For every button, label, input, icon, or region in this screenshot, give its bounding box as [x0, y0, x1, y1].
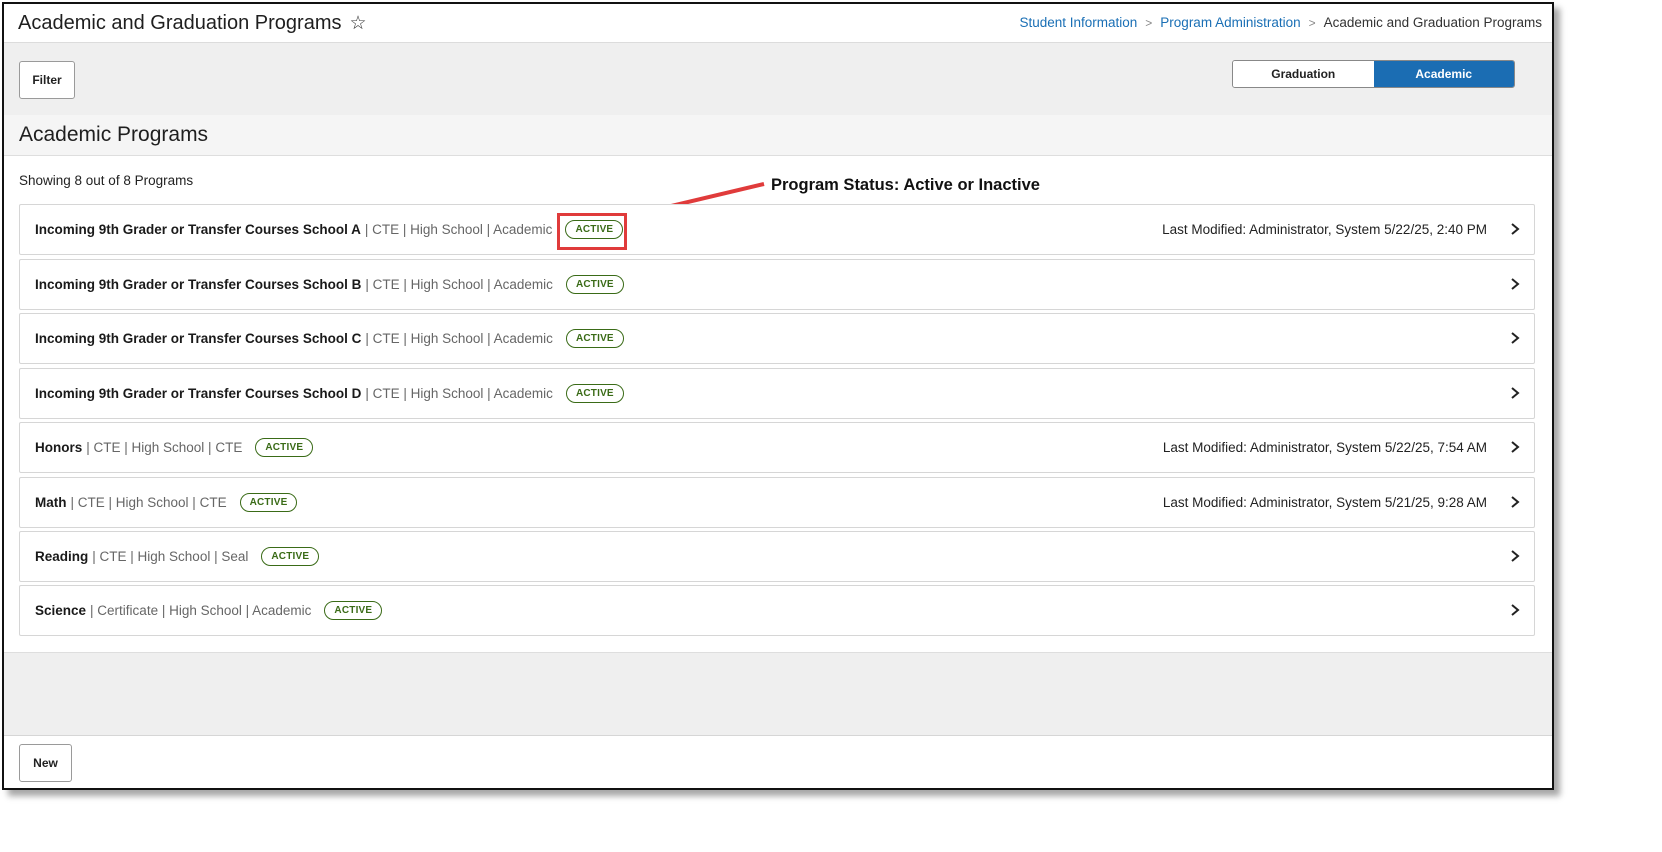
filter-button[interactable]: Filter [19, 61, 75, 99]
program-name: Science [35, 603, 87, 618]
chevron-right-icon: > [1145, 15, 1153, 30]
program-name: Incoming 9th Grader or Transfer Courses … [35, 222, 361, 237]
breadcrumb-student-information[interactable]: Student Information [1019, 15, 1137, 30]
program-meta: | CTE | High School | Academic [365, 386, 553, 401]
program-row-main: Reading | CTE | High School | Seal ACTIV… [35, 532, 320, 581]
status-badge: ACTIVE [261, 547, 320, 566]
last-modified: Last Modified: Administrator, System 5/2… [1162, 222, 1487, 237]
program-meta: | CTE | High School | Academic [364, 222, 553, 237]
program-meta: | CTE | High School | CTE [70, 495, 227, 510]
program-row[interactable]: Incoming 9th Grader or Transfer Courses … [19, 259, 1535, 310]
program-meta: | Certificate | High School | Academic [90, 603, 312, 618]
callout-label: Program Status: Active or Inactive [771, 176, 1040, 194]
status-badge: ACTIVE [557, 213, 628, 250]
chevron-right-icon[interactable] [1508, 331, 1522, 345]
footer-bar: New [4, 735, 1552, 788]
callout-highlight-box [557, 213, 628, 250]
program-type-toggle: Graduation Academic [1232, 60, 1515, 88]
section-header: Academic Programs [4, 115, 1552, 156]
program-name: Incoming 9th Grader or Transfer Courses … [35, 331, 362, 346]
program-row-main: Incoming 9th Grader or Transfer Courses … [35, 205, 628, 254]
chevron-right-icon[interactable] [1508, 277, 1522, 291]
breadcrumb-program-administration[interactable]: Program Administration [1160, 15, 1300, 30]
breadcrumb: Student Information > Program Administra… [1019, 15, 1542, 30]
chevron-right-icon[interactable] [1508, 495, 1522, 509]
toolbar: Filter Graduation Academic [4, 43, 1552, 116]
program-row-main: Incoming 9th Grader or Transfer Courses … [35, 369, 624, 418]
chevron-right-icon[interactable] [1508, 386, 1522, 400]
status-badge: ACTIVE [239, 493, 298, 512]
program-row[interactable]: Reading | CTE | High School | Seal ACTIV… [19, 531, 1535, 582]
program-name: Honors [35, 440, 83, 455]
chevron-right-icon[interactable] [1508, 222, 1522, 236]
program-row[interactable]: Honors | CTE | High School | CTE ACTIVE … [19, 422, 1535, 473]
program-meta: | CTE | High School | Seal [92, 549, 249, 564]
program-row-main: Math | CTE | High School | CTE ACTIVE [35, 478, 298, 527]
program-name: Math [35, 495, 67, 510]
status-badge: ACTIVE [255, 438, 314, 457]
program-name: Reading [35, 549, 89, 564]
toggle-graduation[interactable]: Graduation [1233, 61, 1374, 87]
program-row[interactable]: Math | CTE | High School | CTE ACTIVE La… [19, 477, 1535, 528]
status-badge: ACTIVE [565, 275, 624, 294]
program-row-main: Honors | CTE | High School | CTE ACTIVE [35, 423, 314, 472]
status-badge: ACTIVE [565, 329, 624, 348]
program-row[interactable]: Science | Certificate | High School | Ac… [19, 585, 1535, 636]
program-row-main: Incoming 9th Grader or Transfer Courses … [35, 314, 624, 363]
program-row-main: Science | Certificate | High School | Ac… [35, 586, 383, 635]
program-list-panel: Showing 8 out of 8 Programs Program Stat… [4, 156, 1552, 653]
program-meta: | CTE | High School | CTE [86, 440, 243, 455]
page-title: Academic and Graduation Programs [18, 11, 342, 34]
program-row[interactable]: Incoming 9th Grader or Transfer Courses … [19, 204, 1535, 255]
program-meta: | CTE | High School | Academic [365, 277, 553, 292]
program-name: Incoming 9th Grader or Transfer Courses … [35, 386, 362, 401]
section-title: Academic Programs [19, 123, 209, 146]
chevron-right-icon[interactable] [1508, 603, 1522, 617]
program-name: Incoming 9th Grader or Transfer Courses … [35, 277, 362, 292]
app-window: Academic and Graduation Programs ☆ Stude… [2, 2, 1554, 790]
chevron-right-icon[interactable] [1508, 549, 1522, 563]
last-modified: Last Modified: Administrator, System 5/2… [1162, 495, 1487, 510]
program-row[interactable]: Incoming 9th Grader or Transfer Courses … [19, 368, 1535, 419]
showing-count: Showing 8 out of 8 Programs [19, 173, 194, 188]
star-icon[interactable]: ☆ [350, 12, 367, 35]
breadcrumb-current: Academic and Graduation Programs [1323, 15, 1542, 30]
chevron-right-icon[interactable] [1508, 440, 1522, 454]
top-bar: Academic and Graduation Programs ☆ Stude… [4, 4, 1552, 43]
program-row-main: Incoming 9th Grader or Transfer Courses … [35, 260, 624, 309]
program-row[interactable]: Incoming 9th Grader or Transfer Courses … [19, 313, 1535, 364]
program-meta: | CTE | High School | Academic [365, 331, 553, 346]
toggle-academic[interactable]: Academic [1373, 61, 1514, 87]
status-badge: ACTIVE [324, 601, 383, 620]
chevron-right-icon: > [1308, 15, 1316, 30]
status-badge: ACTIVE [565, 384, 624, 403]
new-button[interactable]: New [19, 744, 72, 782]
last-modified: Last Modified: Administrator, System 5/2… [1162, 440, 1487, 455]
